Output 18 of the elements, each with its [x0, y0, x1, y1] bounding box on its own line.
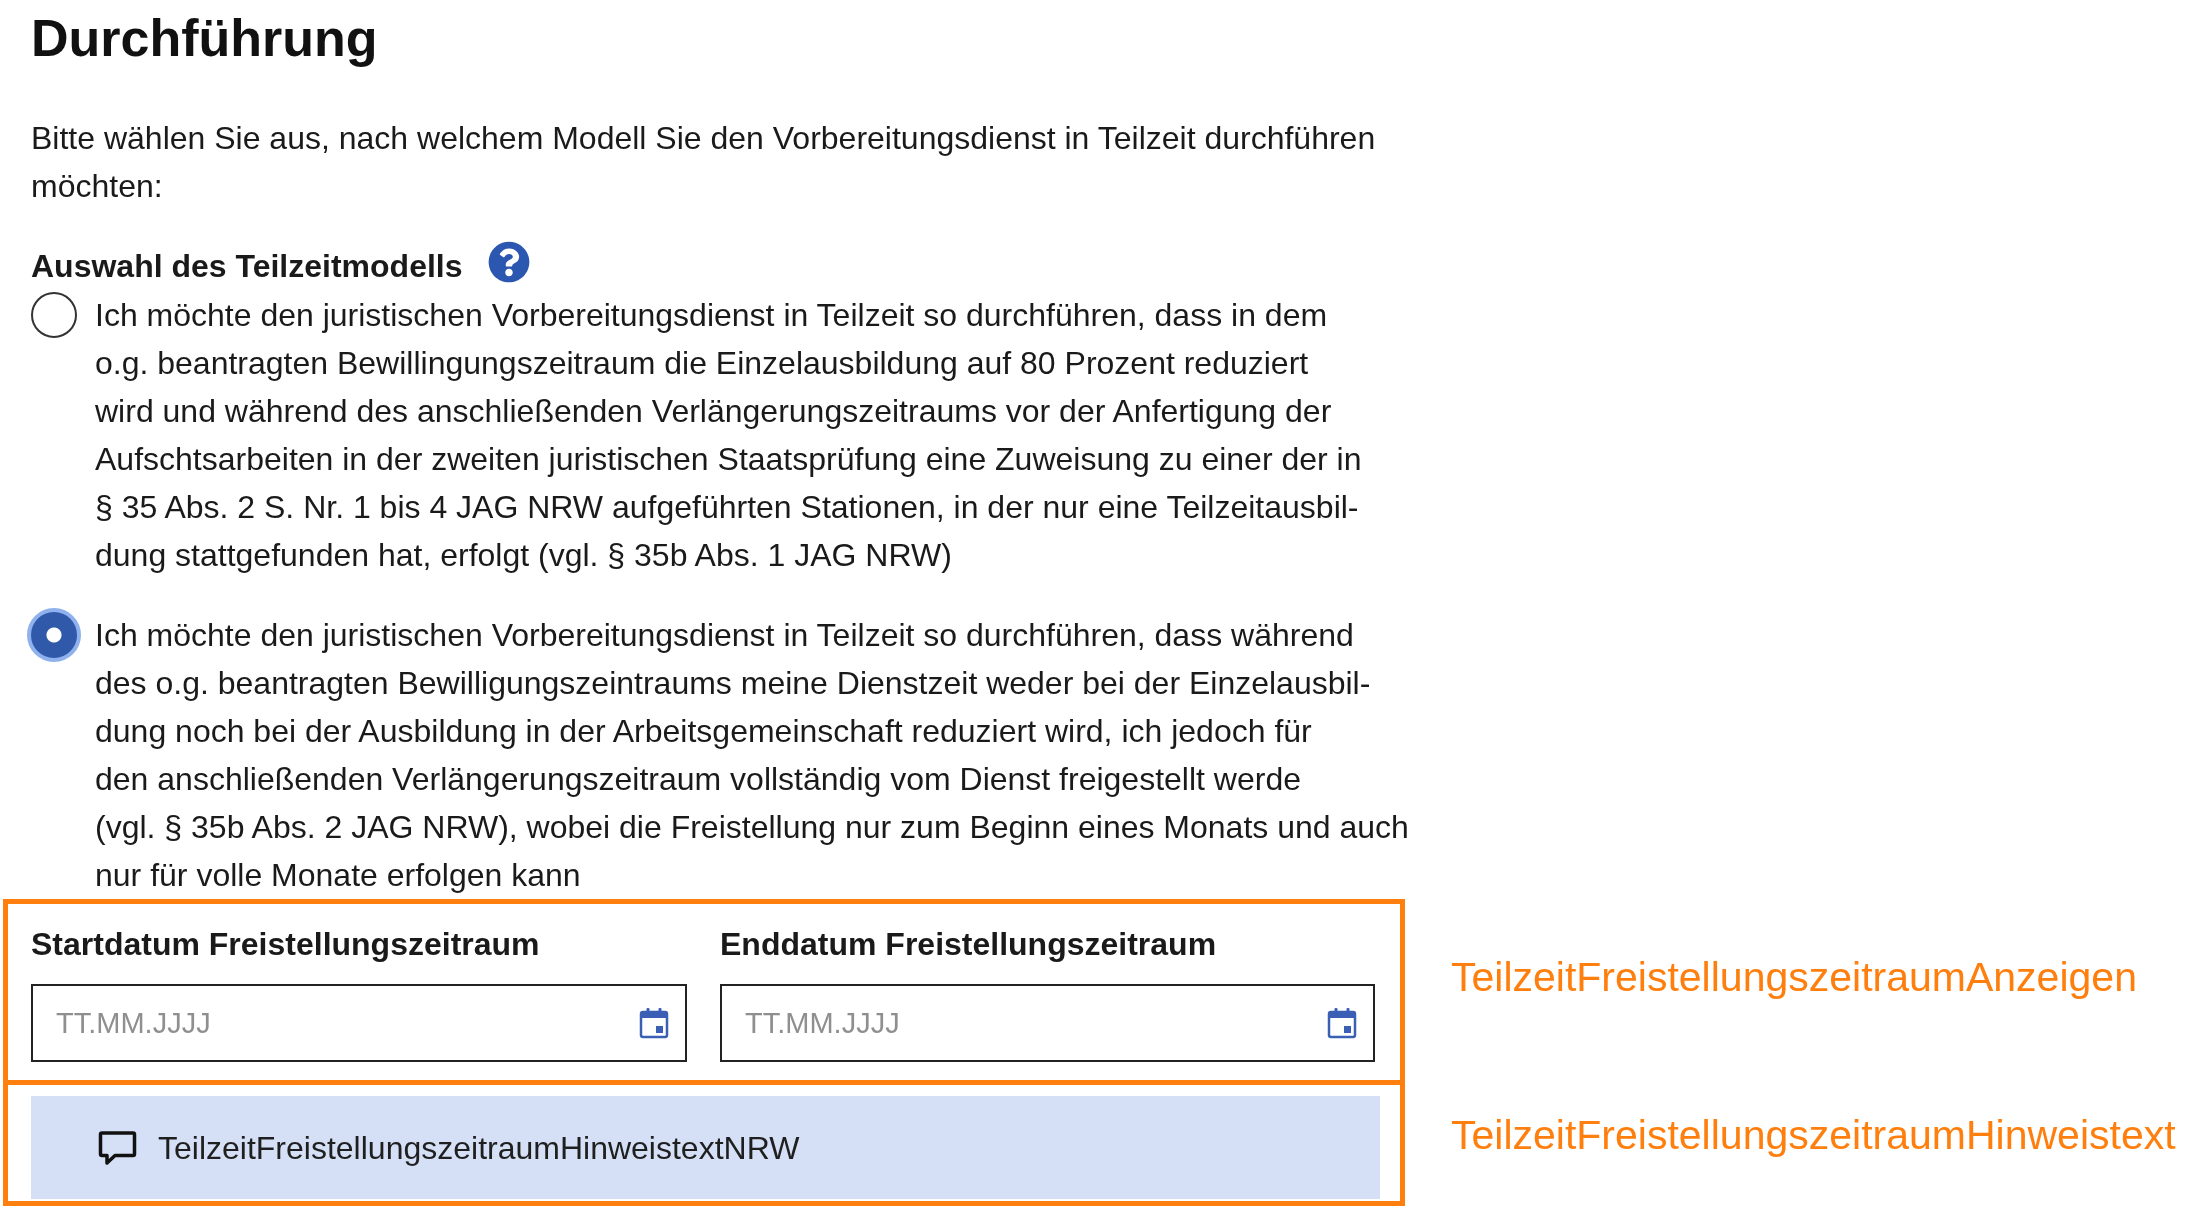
option-label: Ich möchte den juristischen Vorbereitungsdienst in Teilzeit so durchführen, dass während des o.g. beantragten Bewilligungszeintraums meine Dienstzeit weder bei der Einzelausbil- dung noch bei der Ausbildung in der Arbeitsgemeinschaft reduziert wird, ich jedoch für den anschließenden Verlängerungszeitraum vollständig vom Dienst freigestellt werde (vgl. § 35b Abs. 2 JAG NRW), wobei die Freistellung nur zum Beginn eines Monats und auch nur für volle Monate erfolgen kann — [95, 616, 1409, 895]
option-label: Ich möchte den juristischen Vorbereitungsdienst in Teilzeit so durchführen, dass in dem o.g. beantragten Bewillingungszeitraum die Einzelausbildung auf 80 Prozent reduziert wird und während des anschließenden Verlängerungszeitraums vor der Anfertigung der Aufschtsarbeiten in der zweiten juristischen Staatsprüfung eine Zuweisung zu einer der in § 35 Abs. 2 S. Nr. 1 bis 4 JAG NRW aufgeführten Stationen, in der nur eine Teilzeitausbil- dung stattgefunden hat, erfolgt (vgl. § 35b Abs. 1 JAG NRW) — [95, 296, 1362, 575]
radio-button[interactable] — [31, 292, 77, 338]
help-icon[interactable] — [487, 241, 530, 283]
field-label: Enddatum Freistellungszeitraum — [720, 926, 1217, 962]
notice-text: TeilzeitFreistellungszeitraumHinweistextNRW — [158, 1128, 800, 1168]
radio-button[interactable] — [27, 608, 81, 662]
date-field[interactable]: TT.MM.JJJJ — [720, 984, 1375, 1062]
group-label: Auswahl des Teilzeitmodells — [31, 247, 463, 286]
intro-text: Bitte wählen Sie aus, nach welchem Modell Sie den Vorbereitungsdienst in Teilzeit durchführen möchten: — [31, 119, 1376, 206]
speech-bubble-icon — [98, 1129, 137, 1166]
calendar-icon[interactable] — [1327, 1007, 1357, 1039]
annotation-label: TeilzeitFreistellungszeitraumAnzeigen — [1451, 953, 2137, 1001]
field-label: Startdatum Freistellungszeitraum — [31, 926, 540, 962]
annotation-label: TeilzeitFreistellungszeitraumHinweistext — [1451, 1110, 2176, 1159]
calendar-icon[interactable] — [639, 1007, 669, 1039]
date-field[interactable]: TT.MM.JJJJ — [31, 984, 687, 1062]
section-heading: Durchführung — [31, 10, 378, 66]
